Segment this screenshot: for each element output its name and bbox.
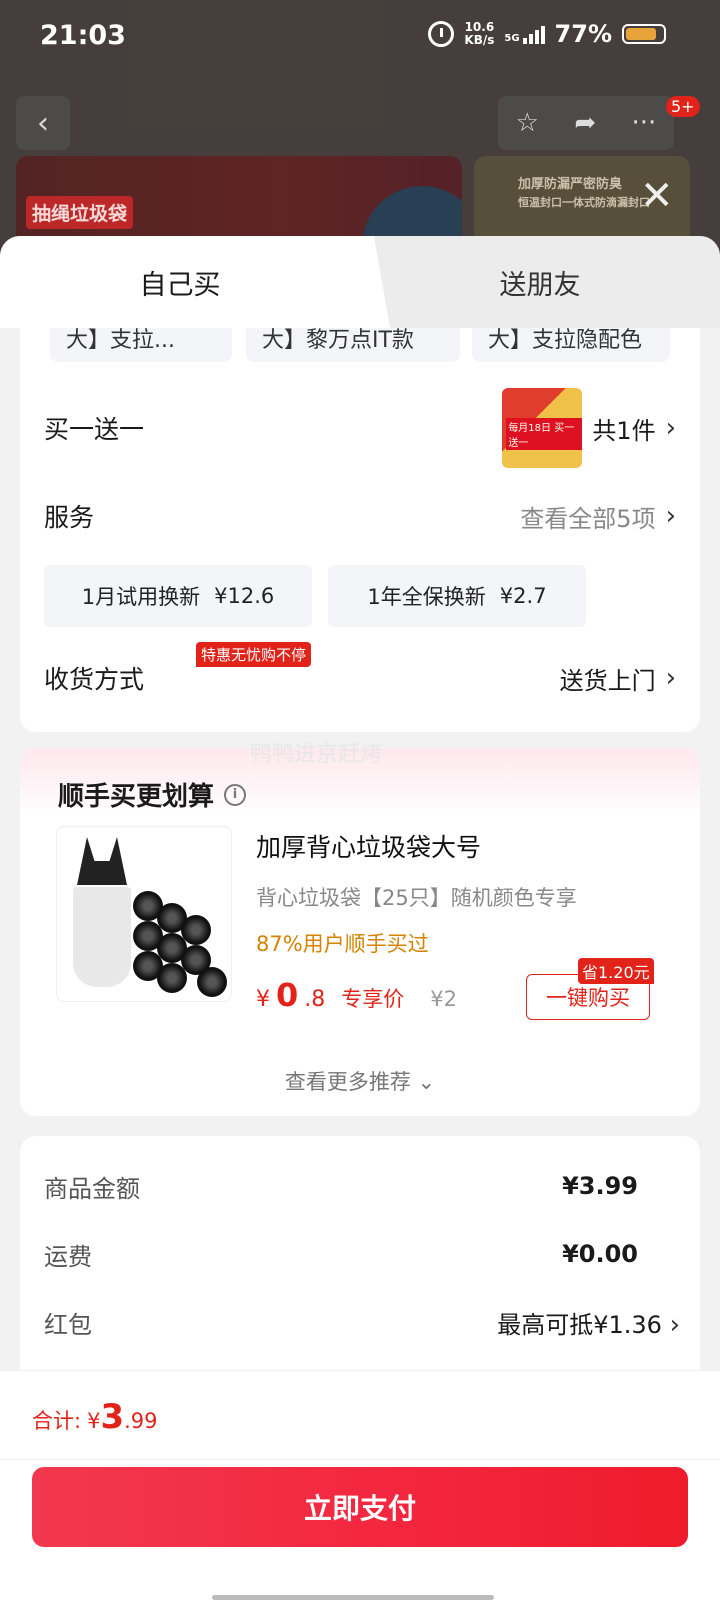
share-icon[interactable]: ➦ (574, 108, 596, 138)
close-icon[interactable]: ✕ (640, 176, 674, 216)
delivery-value: 送货上门 (559, 666, 656, 695)
chevron-right-icon: › (665, 663, 676, 693)
spec-chip[interactable]: 大】支拉... (50, 328, 232, 362)
gift-thumbnail: 每月18日 买一送一 (502, 388, 583, 468)
product-subtitle: 背心垃圾袋【25只】随机颜色专享 (256, 886, 577, 910)
battery-percent: 77% (554, 20, 612, 48)
pay-now-button[interactable]: 立即支付 (32, 1467, 688, 1547)
chevron-left-icon: ‹ (37, 105, 49, 141)
recommend-card: 顺手买更划算 i 加厚背心垃圾袋大号 背心垃圾袋【25只】随机颜色专享 87%用… (20, 748, 700, 1116)
spec-chip[interactable]: 大】支拉隐配色 (472, 328, 670, 362)
chevron-down-icon: ⌄ (417, 1070, 436, 1094)
original-price: ¥2 (430, 987, 457, 1011)
tab-buy-self[interactable]: 自己买 (0, 236, 360, 328)
tab-gift-friend[interactable]: 送朋友 (360, 236, 720, 328)
info-icon[interactable]: i (224, 783, 247, 806)
product-image[interactable] (56, 826, 232, 1002)
fee-row-redpacket[interactable]: 红包 最高可抵¥1.36 › (44, 1302, 680, 1342)
more-icon[interactable]: ··· (632, 108, 657, 138)
banner-tag: 抽绳垃圾袋 (26, 196, 134, 229)
delivery-title: 收货方式 (44, 665, 145, 694)
star-icon[interactable]: ☆ (516, 108, 539, 138)
spec-chip-row: 大】支拉... 大】黎万点IT款 大】支拉隐配色 (50, 328, 670, 362)
chevron-right-icon: › (665, 501, 676, 531)
more-recommendations-link[interactable]: 查看更多推荐 ⌄ (20, 1066, 700, 1096)
service-option[interactable]: 1月试用换新 ¥12.6 (44, 565, 312, 627)
tab-bar: 送朋友 自己买 (0, 236, 720, 328)
service-row[interactable]: 服务 查看全部5项 › (44, 494, 676, 538)
status-bar: 21:03 10.6 KB/s 5G 77% (0, 0, 720, 78)
service-option[interactable]: 1年全保换新 ¥2.7 (328, 565, 586, 627)
top-action-group: ☆ ➦ ··· (498, 96, 674, 150)
total-amount: 合计: ¥3.99 (32, 1397, 158, 1437)
chevron-right-icon: › (665, 413, 676, 443)
home-indicator[interactable] (212, 1595, 494, 1600)
product-name[interactable]: 加厚背心垃圾袋大号 (256, 828, 481, 864)
fee-row-shipping: 运费 ¥0.00 (44, 1240, 638, 1271)
status-time: 21:03 (40, 20, 126, 51)
save-badge: 省1.20元 (578, 958, 654, 984)
battery-icon (622, 24, 666, 44)
order-options-card: 大】支拉... 大】黎万点IT款 大】支拉隐配色 买一送一 每月18日 买一送一… (20, 328, 700, 732)
alarm-icon (428, 21, 455, 47)
gift-count: 共1件 (592, 416, 656, 445)
product-social-proof: 87%用户顺手买过 (256, 932, 429, 956)
back-button[interactable]: ‹ (16, 96, 70, 150)
delivery-row[interactable]: 收货方式 送货上门 › (44, 656, 676, 700)
checkout-footer: 合计: ¥3.99 立即支付 (0, 1370, 720, 1600)
chevron-right-icon: › (669, 1309, 680, 1340)
service-view-all: 查看全部5项 (520, 504, 656, 533)
signal-icon: 5G (504, 24, 545, 44)
message-badge: 5+ (666, 96, 700, 117)
product-price: ¥0.8 专享价 ¥2 (256, 976, 457, 1014)
watermark: 鸭鸭进京赶烤 (250, 742, 383, 767)
gift-title: 买一送一 (44, 415, 145, 444)
net-speed: 10.6 KB/s (464, 20, 495, 47)
recommend-title: 顺手买更划算 i (58, 776, 247, 813)
gift-row[interactable]: 买一送一 每月18日 买一送一 共1件 › (44, 386, 676, 470)
spec-chip[interactable]: 大】黎万点IT款 (246, 328, 460, 362)
fee-row-goods: 商品金额 ¥3.99 (44, 1172, 638, 1203)
service-title: 服务 (44, 503, 95, 532)
